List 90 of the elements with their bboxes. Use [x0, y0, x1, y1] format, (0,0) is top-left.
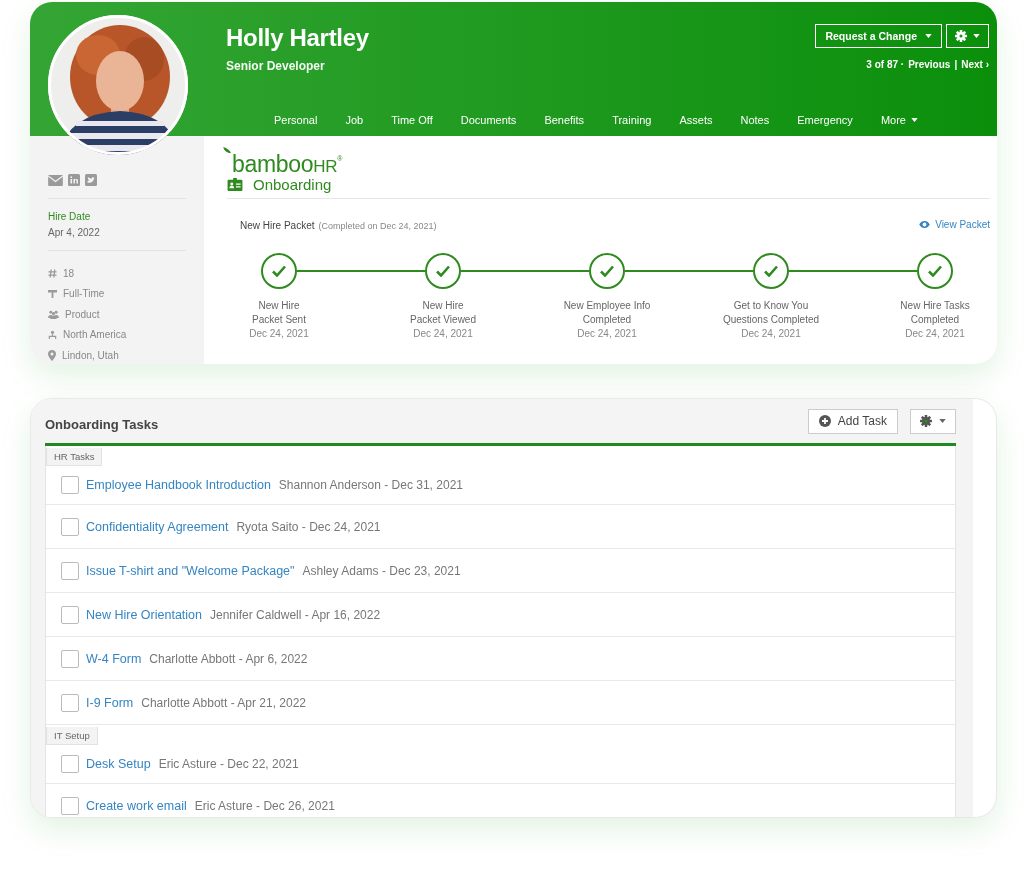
- caret-icon: [973, 34, 980, 38]
- add-task-button[interactable]: Add Task: [807, 408, 898, 434]
- nav-tab[interactable]: Notes: [726, 114, 784, 136]
- nav-tab[interactable]: Job: [331, 114, 378, 136]
- hire-date: Apr 4, 2022: [48, 227, 101, 238]
- nav-tab[interactable]: Documents: [446, 114, 531, 136]
- pager-separator: |: [954, 59, 958, 70]
- task-checkbox[interactable]: [61, 517, 79, 536]
- group-label: IT Setup: [46, 727, 98, 745]
- employee-detail: Lindon, Utah: [62, 349, 119, 361]
- nav-tab[interactable]: Training: [598, 114, 666, 136]
- check-icon: [764, 265, 778, 277]
- task-assignee: Charlotte Abbott - Apr 21, 2022: [141, 695, 306, 710]
- caret-icon: [939, 419, 946, 423]
- step-label: New Hire Packet Viewed: [410, 299, 476, 327]
- twitter-icon[interactable]: [85, 174, 97, 186]
- task-checkbox[interactable]: [61, 693, 79, 712]
- task-link[interactable]: W-4 Form: [86, 651, 142, 666]
- task-assignee: Ryota Saito - Dec 24, 2021: [236, 519, 381, 534]
- task-link[interactable]: Employee Handbook Introduction: [86, 478, 271, 492]
- step-label: Get to Know You Questions Completed: [722, 299, 820, 327]
- check-icon: [928, 265, 942, 277]
- task-checkbox[interactable]: [61, 605, 79, 624]
- task-assignee: Jennifer Caldwell - Apr 16, 2022: [210, 607, 381, 622]
- caret-icon: [925, 34, 932, 38]
- leaf-icon: [223, 147, 232, 154]
- nav-tab[interactable]: More: [866, 114, 932, 136]
- task-assignee: Shannon Anderson - Dec 31, 2021: [278, 478, 463, 492]
- task-checkbox[interactable]: [61, 796, 79, 815]
- request-change-button[interactable]: Request a Change: [815, 24, 942, 48]
- record-position: 3 of 87 ·: [866, 59, 905, 70]
- nav-tab[interactable]: Benefits: [530, 114, 599, 136]
- task-assignee: Eric Asture - Dec 26, 2021: [194, 798, 335, 813]
- employee-detail: Full-Time: [63, 288, 105, 300]
- section-title: Onboarding: [253, 176, 332, 193]
- packet-status: (Completed on Dec 24, 2021): [318, 221, 437, 231]
- plus-circle-icon: [818, 415, 831, 427]
- company-logo: bambooHR$^{®}$: [232, 150, 343, 178]
- group-label: HR Tasks: [46, 448, 103, 466]
- previous-link[interactable]: Previous: [908, 59, 951, 70]
- settings-button[interactable]: [910, 408, 956, 434]
- org-chart-icon: [48, 329, 57, 340]
- step-date: Dec 24, 2021: [249, 327, 309, 340]
- task-link[interactable]: Desk Setup: [86, 757, 151, 771]
- task-link[interactable]: Confidentiality Agreement: [86, 519, 229, 534]
- task-assignee: Eric Asture - Dec 22, 2021: [158, 757, 299, 771]
- step-label: New Employee Info Completed: [563, 299, 651, 327]
- task-checkbox[interactable]: [61, 476, 79, 494]
- linkedin-icon[interactable]: [68, 174, 80, 186]
- employee-detail: North America: [63, 329, 127, 341]
- task-checkbox[interactable]: [61, 561, 79, 580]
- task-link[interactable]: I-9 Form: [86, 695, 134, 710]
- settings-icon: [920, 415, 932, 427]
- nav-tab[interactable]: Assets: [665, 114, 727, 136]
- location-pin-icon: [48, 349, 56, 361]
- hash-icon: [48, 268, 57, 278]
- task-assignee: Ashley Adams - Dec 23, 2021: [302, 563, 461, 578]
- task-assignee: Charlotte Abbott - Apr 6, 2022: [149, 651, 308, 666]
- hire-date-label: Hire Date: [48, 211, 92, 222]
- employee-name: Holly Hartley: [226, 24, 369, 52]
- step-date: Dec 24, 2021: [413, 327, 473, 340]
- step-date: Dec 24, 2021: [905, 327, 965, 340]
- employee-detail: Product: [65, 308, 100, 320]
- step-label: New Hire Tasks Completed: [900, 299, 970, 327]
- people-icon: [48, 309, 59, 319]
- eye-icon: [919, 220, 931, 228]
- check-icon: [436, 265, 450, 277]
- nav-tab[interactable]: Time Off: [377, 114, 447, 136]
- nav-tab[interactable]: Personal: [260, 114, 332, 136]
- check-icon: [600, 265, 614, 277]
- step-label: New Hire Packet Sent: [252, 299, 306, 327]
- nav-tab[interactable]: Emergency: [783, 114, 867, 136]
- tasks-title: Onboarding Tasks: [45, 415, 159, 432]
- employee-detail: 18: [63, 267, 75, 279]
- check-icon: [272, 265, 286, 277]
- mail-icon[interactable]: [48, 174, 63, 186]
- task-checkbox[interactable]: [61, 649, 79, 668]
- next-link[interactable]: Next ›: [961, 59, 989, 70]
- settings-icon: [955, 30, 967, 42]
- task-checkbox[interactable]: [61, 755, 79, 773]
- task-link[interactable]: Issue T-shirt and "Welcome Package": [86, 563, 295, 578]
- step-date: Dec 24, 2021: [741, 327, 801, 340]
- view-packet-link[interactable]: View Packet: [919, 218, 990, 230]
- task-link[interactable]: Create work email: [86, 798, 187, 813]
- id-card-icon: [227, 178, 243, 191]
- packet-title: New Hire Packet: [240, 220, 315, 231]
- signpost-icon: [48, 289, 57, 299]
- step-date: Dec 24, 2021: [577, 327, 637, 340]
- job-title: Senior Developer: [226, 59, 326, 73]
- task-link[interactable]: New Hire Orientation: [86, 607, 202, 622]
